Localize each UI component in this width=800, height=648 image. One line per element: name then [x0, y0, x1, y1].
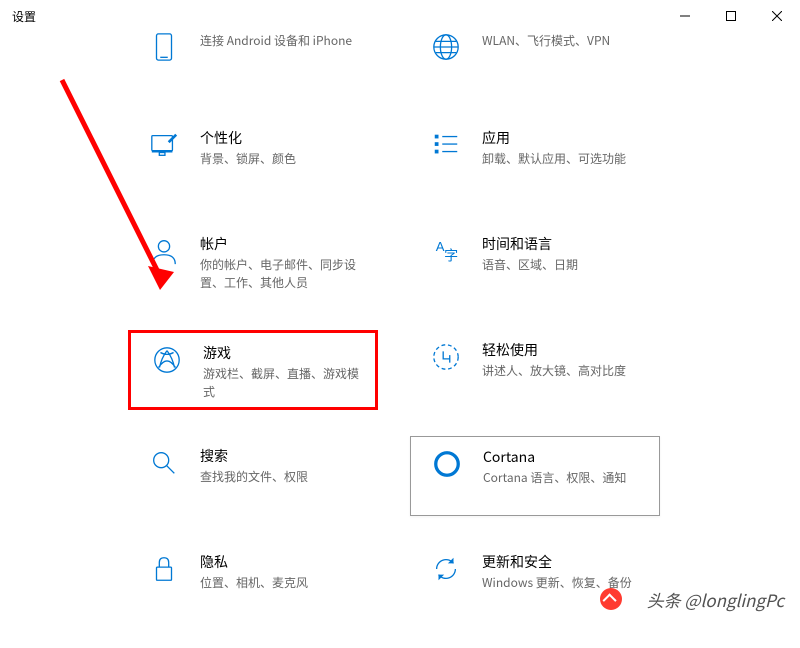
tile-description: 查找我的文件、权限 — [200, 468, 308, 486]
tile-description: WLAN、飞行模式、VPN — [482, 32, 610, 50]
tile-phone[interactable]: 连接 Android 设备和 iPhone — [128, 20, 378, 80]
language-icon: A字 — [430, 236, 462, 268]
tile-description: 背景、锁屏、颜色 — [200, 150, 296, 168]
tile-gaming[interactable]: 游戏 游戏栏、截屏、直播、游戏模式 — [128, 330, 378, 410]
tile-time-language[interactable]: A字 时间和语言 语音、区域、日期 — [410, 224, 660, 320]
tile-title: 应用 — [482, 128, 626, 148]
phone-icon — [148, 32, 180, 64]
tile-title: 帐户 — [200, 234, 360, 254]
tile-privacy[interactable]: 隐私 位置、相机、麦克风 — [128, 542, 378, 622]
tile-update-security[interactable]: 更新和安全 Windows 更新、恢复、备份 — [410, 542, 660, 622]
watermark-text: 头条 @longlingPc — [647, 587, 784, 612]
tile-title: 游戏 — [203, 343, 361, 363]
apps-list-icon — [430, 130, 462, 162]
globe-icon — [430, 32, 462, 64]
tile-description: 位置、相机、麦克风 — [200, 574, 308, 592]
tile-title: Cortana — [483, 447, 626, 467]
tile-network[interactable]: WLAN、飞行模式、VPN — [410, 20, 660, 80]
tile-title: 个性化 — [200, 128, 296, 148]
tile-accounts[interactable]: 帐户 你的帐户、电子邮件、同步设置、工作、其他人员 — [128, 224, 378, 320]
svg-text:字: 字 — [444, 247, 458, 263]
tile-ease-of-access[interactable]: 轻松使用 讲述人、放大镜、高对比度 — [410, 330, 660, 410]
search-icon — [148, 448, 180, 480]
tile-description: 语音、区域、日期 — [482, 256, 578, 274]
person-icon — [148, 236, 180, 268]
tile-description: 卸载、默认应用、可选功能 — [482, 150, 626, 168]
accessibility-icon — [430, 342, 462, 374]
tile-apps[interactable]: 应用 卸载、默认应用、可选功能 — [410, 118, 660, 198]
tile-title: 时间和语言 — [482, 234, 578, 254]
tile-title: 轻松使用 — [482, 340, 626, 360]
tile-description: Cortana 语言、权限、通知 — [483, 469, 626, 487]
tile-description: 你的帐户、电子邮件、同步设置、工作、其他人员 — [200, 256, 360, 292]
tile-cortana[interactable]: Cortana Cortana 语言、权限、通知 — [410, 436, 660, 516]
sync-icon — [430, 554, 462, 586]
xbox-icon — [151, 345, 183, 377]
tile-title: 隐私 — [200, 552, 308, 572]
cortana-icon — [431, 449, 463, 481]
tile-title: 搜索 — [200, 446, 308, 466]
tile-description: 连接 Android 设备和 iPhone — [200, 32, 352, 50]
settings-content: 连接 Android 设备和 iPhone WLAN、飞行模式、VPN 个性化 — [0, 0, 800, 632]
watermark-logo-icon — [600, 588, 622, 610]
tile-search[interactable]: 搜索 查找我的文件、权限 — [128, 436, 378, 516]
tile-description: 讲述人、放大镜、高对比度 — [482, 362, 626, 380]
paintbrush-icon — [148, 130, 180, 162]
lock-icon — [148, 554, 180, 586]
tile-description: 游戏栏、截屏、直播、游戏模式 — [203, 365, 361, 401]
tile-personalization[interactable]: 个性化 背景、锁屏、颜色 — [128, 118, 378, 198]
tile-title: 更新和安全 — [482, 552, 632, 572]
